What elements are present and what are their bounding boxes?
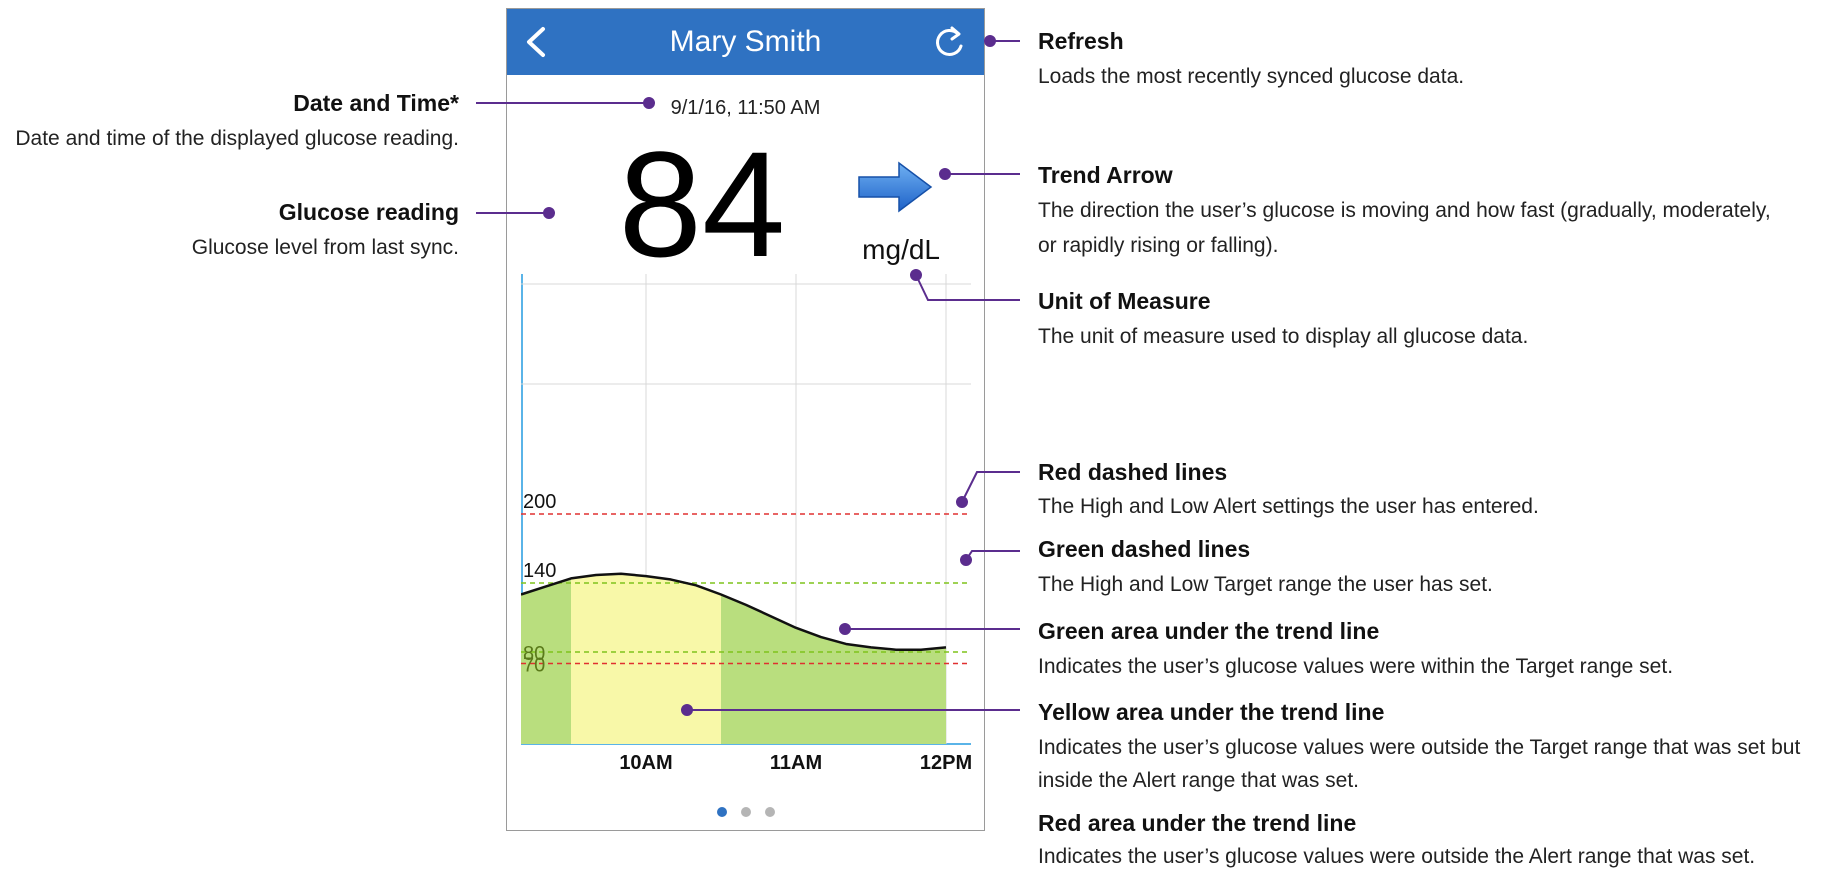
callout-refresh-desc: Loads the most recently synced glucose d… — [1038, 65, 1465, 88]
alert-area — [571, 573, 721, 744]
callout-glucose-title: Glucose reading — [278, 199, 459, 225]
callout-refresh-title: Refresh — [1038, 28, 1124, 54]
callout-red-dashed-title: Red dashed lines — [1038, 459, 1228, 485]
chart-x-labels: 10AM 11AM 12PM — [619, 752, 971, 774]
callout-yellow-area-desc-2: inside the Alert range that was set. — [1038, 769, 1360, 792]
callout-trend-desc-1: The direction the user’s glucose is movi… — [1038, 199, 1771, 222]
callout-unit-desc: The unit of measure used to display all … — [1038, 325, 1529, 348]
x-axis-label: 10AM — [619, 752, 672, 774]
unit-of-measure: mg/dL — [862, 234, 940, 265]
callout-red-area-title: Red area under the trend line — [1038, 810, 1357, 836]
callout-red-dashed-desc: The High and Low Alert settings the user… — [1038, 495, 1539, 518]
page-dot[interactable] — [716, 807, 727, 817]
callout-green-dashed-title: Green dashed lines — [1038, 536, 1251, 562]
x-axis-label: 12PM — [920, 752, 971, 774]
page-dot[interactable] — [740, 807, 751, 817]
phone-screen: Mary Smith 9/1/16, 11:50 AM 84 mg/dL 200… — [506, 8, 985, 831]
header-title: Mary Smith — [669, 25, 822, 58]
page-indicator[interactable] — [507, 804, 984, 822]
callout-green-dashed-desc: The High and Low Target range the user h… — [1038, 573, 1493, 596]
callout-datetime-title: Date and Time* — [293, 90, 459, 116]
y-axis-label: 70 — [523, 655, 545, 677]
app-header: Mary Smith — [507, 9, 984, 75]
callout-yellow-area-title: Yellow area under the trend line — [1038, 699, 1385, 725]
callout-green-area-title: Green area under the trend line — [1038, 618, 1380, 644]
target-area — [721, 594, 946, 744]
callout-yellow-area-desc-1: Indicates the user’s glucose values were… — [1038, 736, 1801, 759]
callout-datetime-desc: Date and time of the displayed glucose r… — [15, 127, 459, 150]
y-axis-label: 200 — [523, 491, 556, 513]
page-dot[interactable] — [764, 807, 775, 817]
callout-trend-title: Trend Arrow — [1038, 162, 1173, 188]
callout-glucose-desc: Glucose level from last sync. — [191, 236, 459, 259]
callout-trend-desc-2: or rapidly rising or falling). — [1038, 234, 1279, 257]
x-axis-label: 11AM — [770, 752, 822, 774]
glucose-reading: 84 — [618, 120, 786, 288]
callout-unit-title: Unit of Measure — [1038, 288, 1211, 314]
glucose-chart: 2001408070 10AM 11AM 12PM — [521, 274, 971, 774]
trend-arrow-icon — [858, 161, 933, 213]
y-axis-label: 140 — [523, 560, 556, 582]
refresh-button[interactable] — [930, 22, 968, 60]
callout-green-area-desc: Indicates the user’s glucose values were… — [1038, 655, 1674, 678]
refresh-icon — [936, 26, 963, 56]
reading-datetime: 9/1/16, 11:50 AM — [670, 97, 821, 119]
